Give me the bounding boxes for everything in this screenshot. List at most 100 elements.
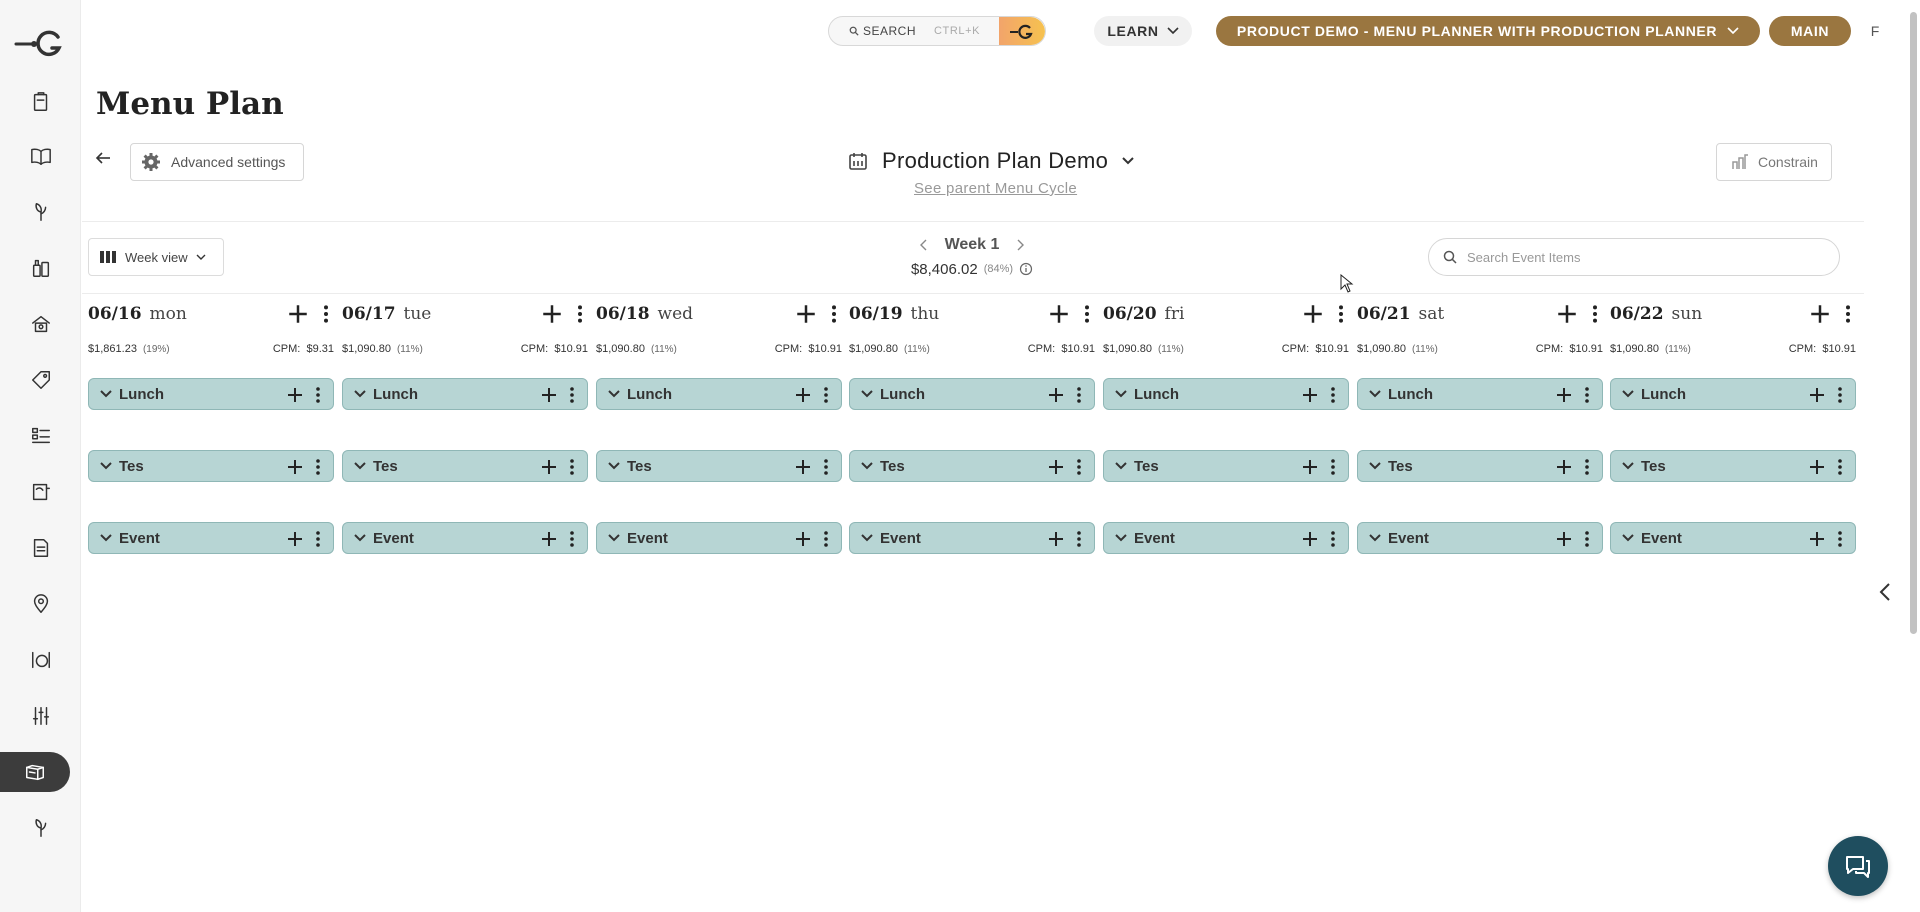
add-meal-icon[interactable] bbox=[1810, 304, 1830, 324]
plan-selector[interactable]: Production Plan Demo bbox=[848, 146, 1134, 176]
chevron-right-icon[interactable] bbox=[1015, 238, 1025, 252]
sidebar-item-reports[interactable] bbox=[0, 528, 81, 568]
chevron-down-icon[interactable] bbox=[607, 531, 621, 545]
more-options-icon[interactable] bbox=[1072, 530, 1086, 548]
constrain-button[interactable]: Constrain bbox=[1716, 143, 1832, 181]
sidebar-item-settings[interactable] bbox=[0, 696, 81, 736]
chevron-down-icon[interactable] bbox=[353, 459, 367, 473]
more-options-icon[interactable] bbox=[1833, 530, 1847, 548]
sidebar-item-orders[interactable] bbox=[0, 82, 81, 122]
add-item-icon[interactable] bbox=[541, 459, 557, 475]
event-items-search[interactable] bbox=[1428, 238, 1840, 276]
meal-period-bar[interactable]: Lunch bbox=[1357, 378, 1603, 410]
back-button[interactable] bbox=[94, 148, 116, 168]
meal-period-bar[interactable]: Event bbox=[342, 522, 588, 554]
sidebar-item-recipes[interactable] bbox=[0, 136, 81, 176]
add-item-icon[interactable] bbox=[1809, 531, 1825, 547]
chevron-down-icon[interactable] bbox=[353, 387, 367, 401]
add-item-icon[interactable] bbox=[1556, 387, 1572, 403]
meal-period-bar[interactable]: Tes bbox=[88, 450, 334, 482]
week-view-dropdown[interactable]: Week view bbox=[88, 238, 224, 276]
chevron-down-icon[interactable] bbox=[1621, 459, 1635, 473]
chevron-down-icon[interactable] bbox=[1114, 531, 1128, 545]
add-item-icon[interactable] bbox=[795, 459, 811, 475]
info-icon[interactable] bbox=[1019, 262, 1033, 276]
main-button[interactable]: MAIN bbox=[1769, 16, 1851, 46]
add-item-icon[interactable] bbox=[541, 531, 557, 547]
meal-period-bar[interactable]: Event bbox=[88, 522, 334, 554]
avatar[interactable]: F bbox=[1860, 16, 1890, 46]
sidebar-item-menu-plan[interactable] bbox=[0, 752, 70, 792]
add-meal-icon[interactable] bbox=[796, 304, 816, 324]
sidebar-item-kitchen[interactable] bbox=[0, 304, 81, 344]
meal-period-bar[interactable]: Tes bbox=[849, 450, 1095, 482]
chevron-left-icon[interactable] bbox=[919, 238, 929, 252]
chevron-down-icon[interactable] bbox=[860, 459, 874, 473]
meal-period-bar[interactable]: Event bbox=[1610, 522, 1856, 554]
add-item-icon[interactable] bbox=[1302, 387, 1318, 403]
add-item-icon[interactable] bbox=[795, 387, 811, 403]
sidebar-item-sustainability[interactable] bbox=[0, 808, 81, 848]
chevron-down-icon[interactable] bbox=[607, 459, 621, 473]
chevron-down-icon[interactable] bbox=[99, 387, 113, 401]
chevron-down-icon[interactable] bbox=[1368, 387, 1382, 401]
more-options-icon[interactable] bbox=[1833, 458, 1847, 476]
meal-period-bar[interactable]: Tes bbox=[1357, 450, 1603, 482]
meal-period-bar[interactable]: Tes bbox=[1103, 450, 1349, 482]
logo[interactable] bbox=[14, 28, 66, 60]
meal-period-bar[interactable]: Lunch bbox=[88, 378, 334, 410]
more-options-icon[interactable] bbox=[1333, 304, 1349, 324]
learn-dropdown[interactable]: LEARN bbox=[1094, 16, 1192, 46]
chevron-down-icon[interactable] bbox=[607, 387, 621, 401]
add-meal-icon[interactable] bbox=[1557, 304, 1577, 324]
add-item-icon[interactable] bbox=[287, 531, 303, 547]
meal-period-bar[interactable]: Lunch bbox=[1103, 378, 1349, 410]
more-options-icon[interactable] bbox=[565, 530, 579, 548]
sidebar-item-menus[interactable] bbox=[0, 472, 81, 512]
add-item-icon[interactable] bbox=[1809, 387, 1825, 403]
chevron-down-icon[interactable] bbox=[99, 531, 113, 545]
chevron-down-icon[interactable] bbox=[1114, 459, 1128, 473]
scrollbar-thumb[interactable] bbox=[1910, 12, 1917, 634]
more-options-icon[interactable] bbox=[572, 304, 588, 324]
add-item-icon[interactable] bbox=[1048, 387, 1064, 403]
more-options-icon[interactable] bbox=[1326, 386, 1340, 404]
add-item-icon[interactable] bbox=[287, 459, 303, 475]
add-item-icon[interactable] bbox=[1048, 531, 1064, 547]
more-options-icon[interactable] bbox=[1072, 458, 1086, 476]
sidebar-item-tasks[interactable] bbox=[0, 416, 81, 456]
more-options-icon[interactable] bbox=[1580, 530, 1594, 548]
sidebar-item-ingredients[interactable] bbox=[0, 192, 81, 232]
more-options-icon[interactable] bbox=[565, 458, 579, 476]
sidebar-item-dining[interactable] bbox=[0, 640, 81, 680]
chevron-down-icon[interactable] bbox=[1114, 387, 1128, 401]
more-options-icon[interactable] bbox=[318, 304, 334, 324]
add-item-icon[interactable] bbox=[1302, 531, 1318, 547]
meal-period-bar[interactable]: Tes bbox=[1610, 450, 1856, 482]
add-item-icon[interactable] bbox=[1302, 459, 1318, 475]
meal-period-bar[interactable]: Event bbox=[849, 522, 1095, 554]
add-item-icon[interactable] bbox=[541, 387, 557, 403]
more-options-icon[interactable] bbox=[1833, 386, 1847, 404]
sidebar-item-pricing[interactable] bbox=[0, 360, 81, 400]
more-options-icon[interactable] bbox=[1587, 304, 1603, 324]
add-meal-icon[interactable] bbox=[542, 304, 562, 324]
meal-period-bar[interactable]: Tes bbox=[342, 450, 588, 482]
add-item-icon[interactable] bbox=[287, 387, 303, 403]
more-options-icon[interactable] bbox=[1840, 304, 1856, 324]
add-meal-icon[interactable] bbox=[288, 304, 308, 324]
more-options-icon[interactable] bbox=[311, 386, 325, 404]
advanced-settings-button[interactable]: Advanced settings bbox=[130, 143, 304, 181]
parent-menu-cycle-link[interactable]: See parent Menu Cycle bbox=[914, 180, 1077, 197]
more-options-icon[interactable] bbox=[311, 458, 325, 476]
more-options-icon[interactable] bbox=[1326, 458, 1340, 476]
meal-period-bar[interactable]: Tes bbox=[596, 450, 842, 482]
collapse-panel-button[interactable] bbox=[1876, 580, 1894, 604]
meal-period-bar[interactable]: Lunch bbox=[596, 378, 842, 410]
more-options-icon[interactable] bbox=[311, 530, 325, 548]
more-options-icon[interactable] bbox=[826, 304, 842, 324]
event-search-input[interactable] bbox=[1467, 249, 1787, 265]
assistant-badge[interactable] bbox=[999, 17, 1045, 45]
chevron-down-icon[interactable] bbox=[860, 531, 874, 545]
more-options-icon[interactable] bbox=[819, 458, 833, 476]
